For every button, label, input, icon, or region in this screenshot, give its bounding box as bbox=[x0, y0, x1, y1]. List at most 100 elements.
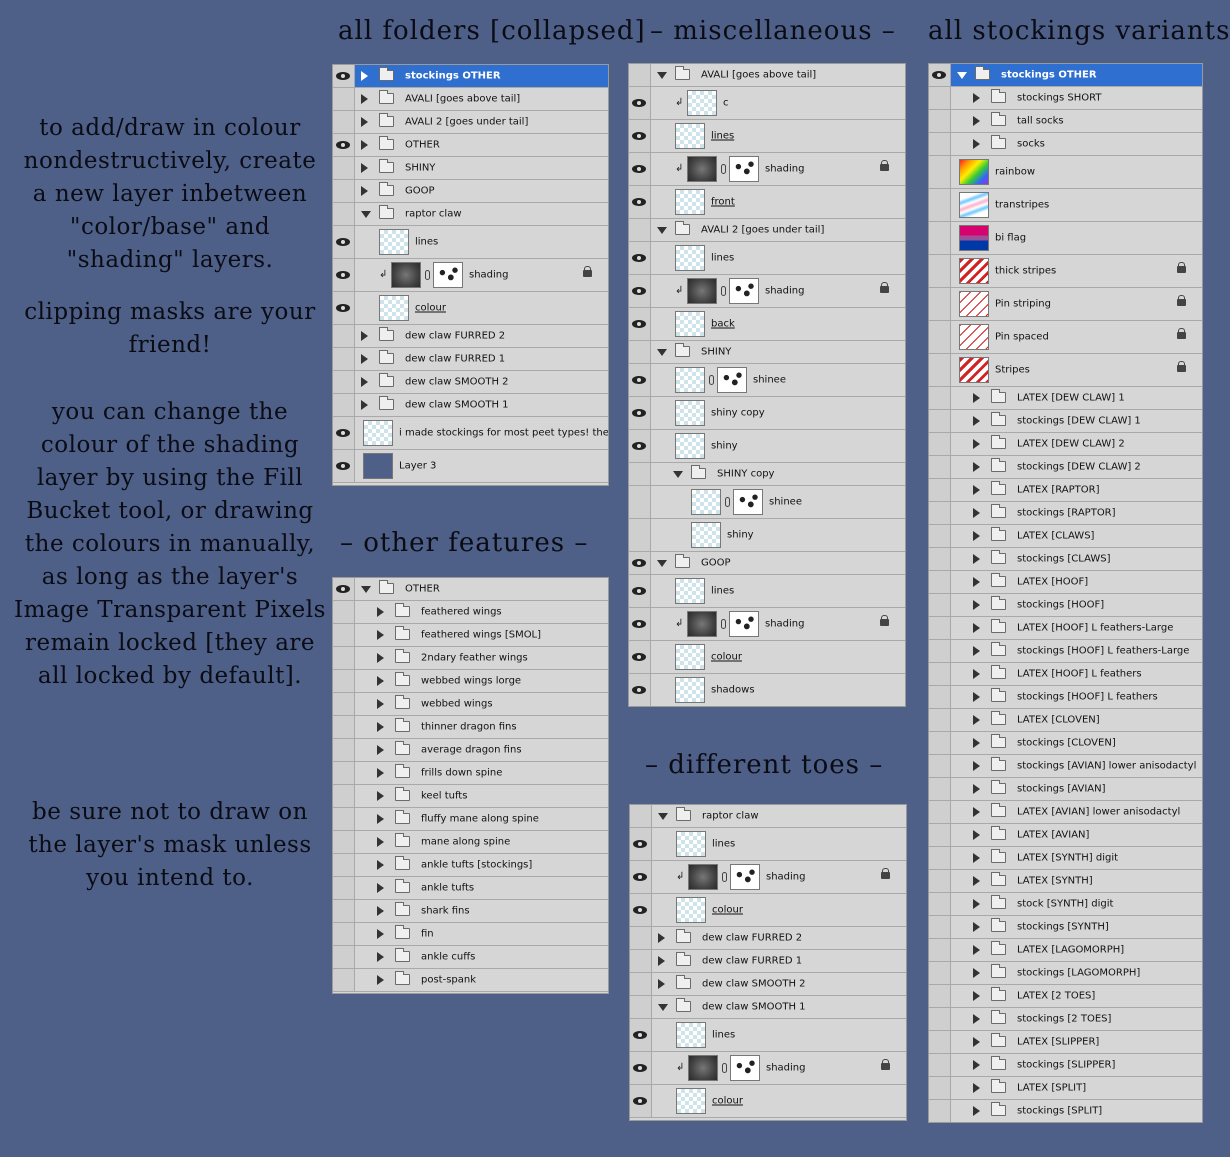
visibility-toggle[interactable] bbox=[630, 950, 652, 972]
layer-group-row[interactable]: dew claw SMOOTH 2 bbox=[333, 371, 608, 394]
layer-group-row[interactable]: LATEX [AVIAN] bbox=[929, 824, 1202, 847]
visibility-toggle[interactable] bbox=[630, 1085, 652, 1117]
layer-row[interactable]: colour bbox=[630, 1085, 906, 1118]
layer-group-row[interactable]: stock [SYNTH] digit bbox=[929, 893, 1202, 916]
layer-group-row[interactable]: LATEX [SPLIT] bbox=[929, 1077, 1202, 1100]
visibility-toggle[interactable] bbox=[333, 969, 355, 991]
visibility-toggle[interactable] bbox=[929, 962, 951, 984]
layer-row[interactable]: Stripes bbox=[929, 354, 1202, 387]
visibility-toggle[interactable] bbox=[333, 371, 355, 393]
expand-right-icon[interactable] bbox=[973, 623, 980, 633]
expand-right-icon[interactable] bbox=[973, 991, 980, 1001]
layer-group-row[interactable]: webbed wings bbox=[333, 693, 608, 716]
layer-group-row[interactable]: stockings OTHER bbox=[929, 64, 1202, 87]
expand-down-icon[interactable] bbox=[658, 813, 668, 820]
layer-row[interactable]: Pin striping bbox=[929, 288, 1202, 321]
layer-row[interactable]: shiny bbox=[629, 519, 905, 552]
layer-group-row[interactable]: LATEX [2 TOES] bbox=[929, 985, 1202, 1008]
expand-right-icon[interactable] bbox=[377, 722, 384, 732]
layer-row[interactable]: front bbox=[629, 186, 905, 219]
visibility-toggle[interactable] bbox=[629, 153, 651, 185]
layer-group-row[interactable]: dew claw SMOOTH 1 bbox=[630, 996, 906, 1019]
expand-right-icon[interactable] bbox=[973, 646, 980, 656]
layer-mask-thumbnail[interactable] bbox=[729, 156, 759, 182]
visibility-toggle[interactable] bbox=[629, 552, 651, 574]
visibility-toggle[interactable] bbox=[929, 1031, 951, 1053]
expand-right-icon[interactable] bbox=[377, 699, 384, 709]
visibility-toggle[interactable] bbox=[629, 64, 651, 86]
layer-group-row[interactable]: AVALI 2 [goes under tail] bbox=[629, 219, 905, 242]
expand-down-icon[interactable] bbox=[657, 72, 667, 79]
layer-group-row[interactable]: feathered wings bbox=[333, 601, 608, 624]
layer-row[interactable]: ↲ shading bbox=[629, 153, 905, 186]
expand-right-icon[interactable] bbox=[377, 653, 384, 663]
layer-group-row[interactable]: LATEX [SLIPPER] bbox=[929, 1031, 1202, 1054]
visibility-toggle[interactable] bbox=[629, 674, 651, 706]
layer-group-row[interactable]: stockings SHORT bbox=[929, 87, 1202, 110]
visibility-toggle[interactable] bbox=[630, 894, 652, 926]
expand-right-icon[interactable] bbox=[377, 676, 384, 686]
expand-right-icon[interactable] bbox=[973, 577, 980, 587]
layer-group-row[interactable]: stockings [2 TOES] bbox=[929, 1008, 1202, 1031]
expand-right-icon[interactable] bbox=[973, 1083, 980, 1093]
layer-row[interactable]: lines bbox=[630, 1019, 906, 1052]
visibility-toggle[interactable] bbox=[629, 397, 651, 429]
expand-right-icon[interactable] bbox=[973, 139, 980, 149]
layer-group-row[interactable]: dew claw SMOOTH 2 bbox=[630, 973, 906, 996]
visibility-toggle[interactable] bbox=[929, 354, 951, 386]
visibility-toggle[interactable] bbox=[629, 641, 651, 673]
layer-row[interactable]: lines bbox=[629, 120, 905, 153]
visibility-toggle[interactable] bbox=[333, 226, 355, 258]
visibility-toggle[interactable] bbox=[333, 785, 355, 807]
expand-down-icon[interactable] bbox=[361, 586, 371, 593]
layer-group-row[interactable]: 2ndary feather wings bbox=[333, 647, 608, 670]
layer-row[interactable]: shinee bbox=[629, 364, 905, 397]
visibility-toggle[interactable] bbox=[630, 996, 652, 1018]
visibility-toggle[interactable] bbox=[630, 828, 652, 860]
expand-right-icon[interactable] bbox=[973, 945, 980, 955]
layer-row[interactable]: lines bbox=[629, 575, 905, 608]
layer-group-row[interactable]: SHINY bbox=[629, 341, 905, 364]
visibility-toggle[interactable] bbox=[629, 575, 651, 607]
layer-group-row[interactable]: stockings [RAPTOR] bbox=[929, 502, 1202, 525]
layer-row[interactable]: colour bbox=[629, 641, 905, 674]
expand-right-icon[interactable] bbox=[973, 1106, 980, 1116]
expand-right-icon[interactable] bbox=[973, 876, 980, 886]
expand-right-icon[interactable] bbox=[973, 1060, 980, 1070]
visibility-toggle[interactable] bbox=[333, 693, 355, 715]
layer-row[interactable]: colour bbox=[333, 292, 608, 325]
visibility-toggle[interactable] bbox=[333, 348, 355, 370]
layer-row[interactable]: Layer 3 bbox=[333, 450, 608, 483]
visibility-toggle[interactable] bbox=[333, 203, 355, 225]
visibility-toggle[interactable] bbox=[333, 111, 355, 133]
expand-right-icon[interactable] bbox=[377, 906, 384, 916]
layer-row[interactable]: back bbox=[629, 308, 905, 341]
layer-mask-thumbnail[interactable] bbox=[433, 262, 463, 288]
expand-right-icon[interactable] bbox=[377, 791, 384, 801]
visibility-toggle[interactable] bbox=[333, 762, 355, 784]
visibility-toggle[interactable] bbox=[929, 410, 951, 432]
expand-right-icon[interactable] bbox=[361, 331, 368, 341]
visibility-toggle[interactable] bbox=[629, 430, 651, 462]
expand-right-icon[interactable] bbox=[361, 186, 368, 196]
expand-right-icon[interactable] bbox=[377, 630, 384, 640]
layer-row[interactable]: bi flag bbox=[929, 222, 1202, 255]
expand-right-icon[interactable] bbox=[973, 738, 980, 748]
expand-right-icon[interactable] bbox=[377, 768, 384, 778]
visibility-toggle[interactable] bbox=[333, 716, 355, 738]
layer-group-row[interactable]: LATEX [DEW CLAW] 1 bbox=[929, 387, 1202, 410]
layer-row[interactable]: rainbow bbox=[929, 156, 1202, 189]
layer-group-row[interactable]: stockings [AVIAN] lower anisodactyl bbox=[929, 755, 1202, 778]
layer-row[interactable]: Pin spaced bbox=[929, 321, 1202, 354]
layer-group-row[interactable]: frills down spine bbox=[333, 762, 608, 785]
visibility-toggle[interactable] bbox=[630, 861, 652, 893]
layer-group-row[interactable]: stockings [HOOF] L feathers-Large bbox=[929, 640, 1202, 663]
visibility-toggle[interactable] bbox=[629, 275, 651, 307]
layer-row[interactable]: lines bbox=[333, 226, 608, 259]
visibility-toggle[interactable] bbox=[333, 923, 355, 945]
expand-down-icon[interactable] bbox=[657, 560, 667, 567]
visibility-toggle[interactable] bbox=[333, 65, 355, 87]
expand-right-icon[interactable] bbox=[973, 116, 980, 126]
visibility-toggle[interactable] bbox=[333, 450, 355, 482]
visibility-toggle[interactable] bbox=[333, 394, 355, 416]
